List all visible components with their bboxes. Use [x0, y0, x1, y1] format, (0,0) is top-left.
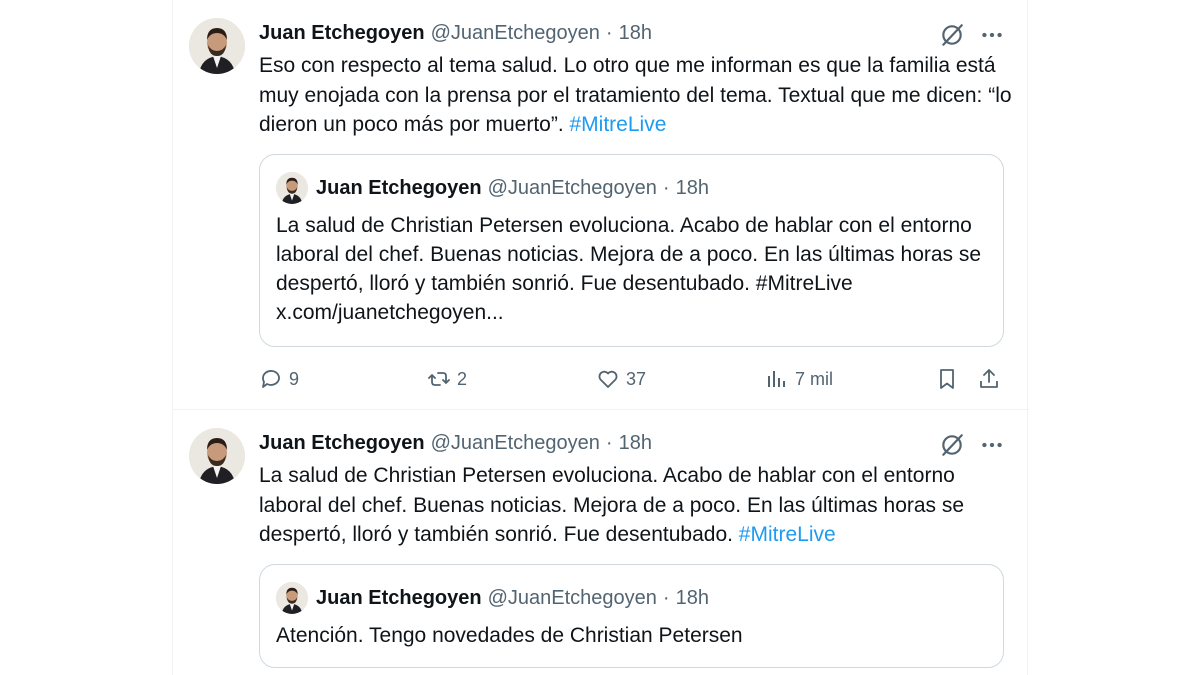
views-button[interactable]: 7 mil [765, 363, 833, 395]
like-button[interactable]: 37 [596, 363, 646, 395]
author-name[interactable]: Juan Etchegoyen [259, 22, 425, 45]
quote-author-name: Juan Etchegoyen [316, 176, 482, 199]
quote-header: Juan Etchegoyen @JuanEtchegoyen · 18h [276, 581, 709, 615]
avatar[interactable] [189, 18, 245, 74]
author-handle[interactable]: @JuanEtchegoyen [431, 432, 600, 455]
quote-author-name: Juan Etchegoyen [316, 586, 482, 609]
avatar-photo [276, 172, 308, 204]
timeline-column: Juan Etchegoyen @JuanEtchegoyen · 18h Es… [172, 0, 1029, 675]
like-count: 37 [626, 368, 647, 389]
grok-icon[interactable] [939, 432, 965, 458]
repost-count: 2 [457, 368, 468, 389]
hashtag-link[interactable]: #MitreLive [739, 523, 836, 546]
like-icon [598, 370, 618, 388]
quote-header: Juan Etchegoyen @JuanEtchegoyen · 18h [276, 171, 709, 205]
repost-button[interactable]: 2 [427, 363, 467, 395]
quote-author-handle: @JuanEtchegoyen [487, 586, 657, 609]
tweet-header: Juan Etchegoyen @JuanEtchegoyen · 18h [259, 20, 652, 46]
reply-count: 9 [289, 368, 300, 389]
tweet-header: Juan Etchegoyen @JuanEtchegoyen · 18h [259, 430, 652, 456]
quoted-tweet[interactable]: Juan Etchegoyen @JuanEtchegoyen · 18h At… [259, 564, 1004, 668]
reply-button[interactable]: 9 [259, 363, 299, 395]
grok-icon[interactable] [939, 22, 965, 48]
tweet[interactable]: Juan Etchegoyen @JuanEtchegoyen · 18h Es… [173, 0, 1029, 410]
reply-icon [262, 370, 280, 388]
timestamp[interactable]: 18h [619, 432, 652, 455]
separator-dot: · [605, 431, 613, 454]
quote-author-handle: @JuanEtchegoyen [487, 176, 657, 199]
avatar[interactable] [189, 428, 245, 484]
hashtag-link[interactable]: #MitreLive [570, 113, 667, 136]
separator-dot: · [662, 176, 670, 199]
quote-text: Atención. Tengo novedades de Christian P… [276, 624, 743, 647]
separator-dot: · [662, 586, 670, 609]
quote-text: La salud de Christian Petersen evolucion… [276, 214, 982, 324]
quote-avatar [276, 172, 308, 204]
views-icon [768, 371, 785, 387]
tweet-text: Eso con respecto al tema salud. Lo otro … [259, 51, 1019, 140]
timestamp[interactable]: 18h [619, 22, 652, 45]
avatar-photo [276, 582, 308, 614]
bookmark-button[interactable] [935, 363, 965, 395]
author-handle[interactable]: @JuanEtchegoyen [431, 22, 600, 45]
share-icon [980, 369, 998, 388]
tweet[interactable]: Juan Etchegoyen @JuanEtchegoyen · 18h La… [173, 410, 1029, 675]
more-icon[interactable] [979, 22, 1005, 48]
quoted-tweet[interactable]: Juan Etchegoyen @JuanEtchegoyen · 18h La… [259, 154, 1004, 347]
share-button[interactable] [977, 363, 1007, 395]
quote-avatar [276, 582, 308, 614]
avatar-photo [189, 428, 245, 484]
tweet-actions: 9 2 37 7 mil [259, 363, 1019, 395]
quote-timestamp: 18h [675, 586, 709, 609]
tweet-text: La salud de Christian Petersen evolucion… [259, 461, 1019, 550]
avatar-photo [189, 18, 245, 74]
more-icon[interactable] [979, 432, 1005, 458]
views-count: 7 mil [795, 368, 834, 389]
repost-icon [428, 372, 450, 386]
tweet-body: La salud de Christian Petersen evolucion… [259, 464, 965, 546]
separator-dot: · [605, 21, 613, 44]
bookmark-icon [940, 369, 954, 389]
quote-timestamp: 18h [675, 176, 709, 199]
author-name[interactable]: Juan Etchegoyen [259, 432, 425, 455]
